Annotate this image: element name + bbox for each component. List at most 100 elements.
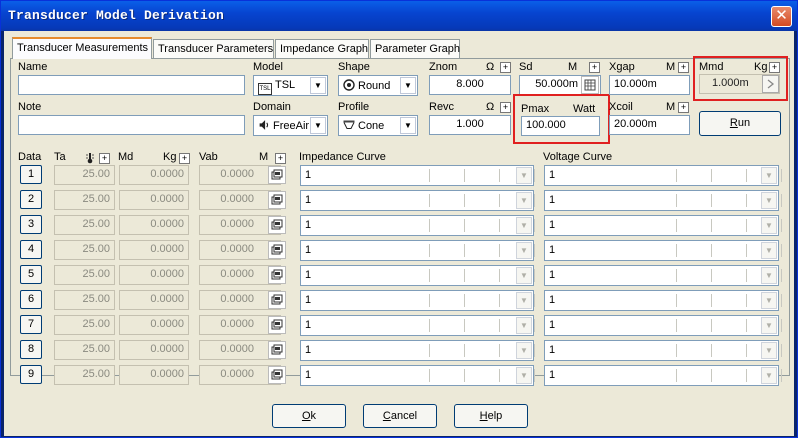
revc-input[interactable]: 1.000	[429, 115, 511, 135]
row-number-button[interactable]: 9	[20, 365, 42, 384]
plus-icon[interactable]: +	[678, 62, 689, 73]
row-number-button[interactable]: 2	[20, 190, 42, 209]
impedance-curve-value: 1	[305, 294, 312, 306]
curve-segment-divider	[711, 344, 712, 357]
sd-calc-button[interactable]	[581, 76, 599, 94]
chevron-down-icon[interactable]: ▼	[761, 192, 777, 209]
run-button[interactable]: Run	[699, 111, 781, 136]
impedance-curve-select[interactable]: 1 ▼	[300, 290, 535, 311]
voltage-curve-select[interactable]: 1 ▼	[544, 365, 782, 386]
vab-dialog-button[interactable]	[268, 166, 286, 184]
chevron-down-icon[interactable]: ▼	[516, 367, 532, 384]
voltage-curve-select[interactable]: 1 ▼	[544, 265, 782, 286]
curve-segment-divider	[676, 219, 677, 232]
ta-input: 25.00	[54, 265, 115, 285]
chevron-down-icon[interactable]: ▼	[310, 117, 326, 134]
znom-label: Znom	[429, 61, 458, 73]
chevron-down-icon[interactable]: ▼	[516, 192, 532, 209]
tab-transducer-parameters[interactable]: Transducer Parameters	[153, 39, 274, 58]
model-select[interactable]: TSL TSL ▼	[253, 75, 328, 96]
name-input[interactable]	[18, 75, 245, 95]
curve-segment-divider	[464, 194, 465, 207]
row-number-button[interactable]: 7	[20, 315, 42, 334]
curve-segment-divider	[534, 219, 535, 232]
md-input: 0.0000	[119, 315, 189, 335]
voltage-curve-select[interactable]: 1 ▼	[544, 215, 782, 236]
vab-dialog-button[interactable]	[268, 291, 286, 309]
row-number-button[interactable]: 6	[20, 290, 42, 309]
chevron-down-icon[interactable]: ▼	[516, 167, 532, 184]
chevron-down-icon[interactable]: ▼	[310, 77, 326, 94]
tab-transducer-measurements[interactable]: Transducer Measurements	[12, 37, 152, 59]
md-input: 0.0000	[119, 265, 189, 285]
vab-dialog-button[interactable]	[268, 366, 286, 384]
voltage-curve-select[interactable]: 1 ▼	[544, 290, 782, 311]
xcoil-input[interactable]: 20.000m	[609, 115, 690, 135]
tab-parameter-graph[interactable]: Parameter Graph	[370, 39, 460, 58]
impedance-curve-select[interactable]: 1 ▼	[300, 165, 535, 186]
close-button[interactable]: ✕	[771, 6, 792, 27]
impedance-curve-select[interactable]: 1 ▼	[300, 340, 535, 361]
chevron-down-icon[interactable]: ▼	[761, 342, 777, 359]
plus-icon[interactable]: +	[275, 153, 286, 164]
chevron-down-icon[interactable]: ▼	[516, 267, 532, 284]
vab-dialog-button[interactable]	[268, 191, 286, 209]
ok-button[interactable]: Ok	[272, 404, 346, 428]
row-number-button[interactable]: 4	[20, 240, 42, 259]
title-bar[interactable]: Transducer Model Derivation ✕	[1, 1, 797, 31]
plus-icon[interactable]: +	[678, 102, 689, 113]
vab-dialog-icon	[271, 244, 283, 255]
help-button[interactable]: Help	[454, 404, 528, 428]
chevron-down-icon[interactable]: ▼	[516, 217, 532, 234]
shape-select[interactable]: Round ▼	[338, 75, 418, 96]
chevron-down-icon[interactable]: ▼	[761, 292, 777, 309]
plus-icon[interactable]: +	[500, 62, 511, 73]
chevron-down-icon[interactable]: ▼	[761, 242, 777, 259]
chevron-down-icon[interactable]: ▼	[400, 117, 416, 134]
chevron-down-icon[interactable]: ▼	[516, 342, 532, 359]
vab-dialog-button[interactable]	[268, 266, 286, 284]
impedance-curve-select[interactable]: 1 ▼	[300, 265, 535, 286]
tab-impedance-graph[interactable]: Impedance Graph	[275, 39, 369, 58]
xgap-input[interactable]: 10.000m	[609, 75, 690, 95]
chevron-down-icon[interactable]: ▼	[516, 242, 532, 259]
impedance-curve-select[interactable]: 1 ▼	[300, 190, 535, 211]
row-number-button[interactable]: 8	[20, 340, 42, 359]
voltage-curve-select[interactable]: 1 ▼	[544, 315, 782, 336]
impedance-curve-select[interactable]: 1 ▼	[300, 315, 535, 336]
note-input[interactable]	[18, 115, 245, 135]
chevron-down-icon[interactable]: ▼	[516, 292, 532, 309]
znom-input[interactable]: 8.000	[429, 75, 511, 95]
vab-dialog-button[interactable]	[268, 241, 286, 259]
row-number-button[interactable]: 3	[20, 215, 42, 234]
vab-dialog-button[interactable]	[268, 216, 286, 234]
impedance-curve-select[interactable]: 1 ▼	[300, 365, 535, 386]
voltage-curve-select[interactable]: 1 ▼	[544, 340, 782, 361]
plus-icon[interactable]: +	[589, 62, 600, 73]
voltage-curve-select[interactable]: 1 ▼	[544, 165, 782, 186]
plus-icon[interactable]: +	[179, 153, 190, 164]
row-number-button[interactable]: 5	[20, 265, 42, 284]
chevron-down-icon[interactable]: ▼	[761, 317, 777, 334]
vab-dialog-button[interactable]	[268, 316, 286, 334]
chevron-down-icon[interactable]: ▼	[761, 267, 777, 284]
plus-icon[interactable]: +	[500, 102, 511, 113]
row-number-button[interactable]: 1	[20, 165, 42, 184]
voltage-curve-value: 1	[549, 369, 556, 381]
chevron-down-icon[interactable]: ▼	[516, 317, 532, 334]
chevron-down-icon[interactable]: ▼	[761, 217, 777, 234]
voltage-curve-select[interactable]: 1 ▼	[544, 190, 782, 211]
profile-select[interactable]: Cone ▼	[338, 115, 418, 136]
impedance-curve-select[interactable]: 1 ▼	[300, 240, 535, 261]
domain-select[interactable]: FreeAir ▼	[253, 115, 328, 136]
voltage-curve-value: 1	[549, 294, 556, 306]
chevron-down-icon[interactable]: ▼	[761, 167, 777, 184]
plus-icon[interactable]: +	[99, 153, 110, 164]
impedance-curve-select[interactable]: 1 ▼	[300, 215, 535, 236]
ta-input: 25.00	[54, 190, 115, 210]
vab-dialog-button[interactable]	[268, 341, 286, 359]
voltage-curve-select[interactable]: 1 ▼	[544, 240, 782, 261]
cancel-button[interactable]: Cancel	[363, 404, 437, 428]
chevron-down-icon[interactable]: ▼	[761, 367, 777, 384]
chevron-down-icon[interactable]: ▼	[400, 77, 416, 94]
